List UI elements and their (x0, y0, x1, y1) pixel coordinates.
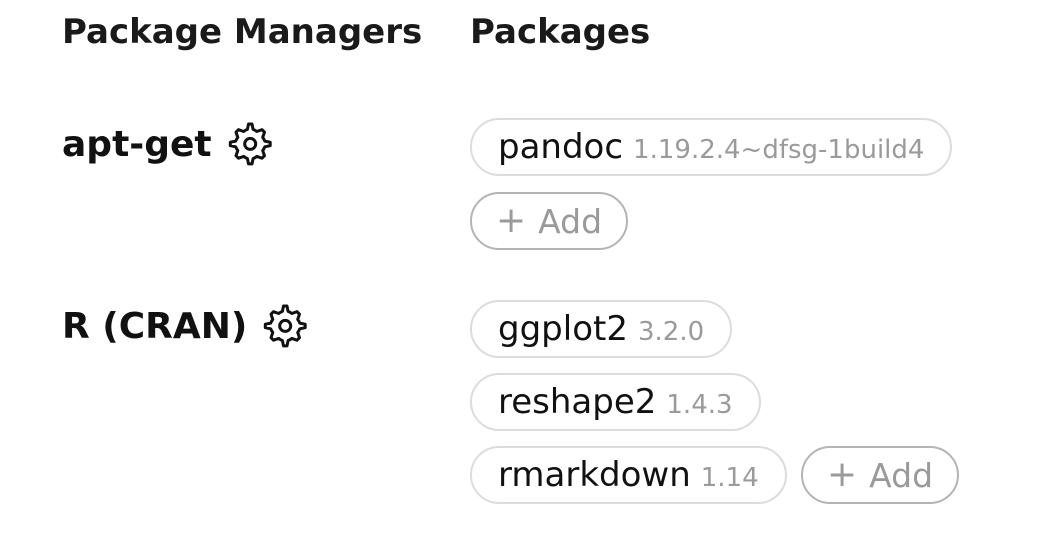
package-pill-pandoc[interactable]: pandoc 1.19.2.4~dfsg-1build4 (470, 118, 953, 176)
package-version: 1.14 (700, 463, 759, 493)
manager-name: apt-get (62, 123, 212, 165)
package-version: 1.4.3 (666, 390, 733, 420)
gear-icon[interactable] (226, 120, 274, 168)
add-package-button-r-cran[interactable]: + Add (801, 446, 960, 504)
manager-apt-get: apt-get (62, 120, 274, 168)
manager-r-cran: R (CRAN) (62, 302, 309, 350)
package-pill-reshape2[interactable]: reshape2 1.4.3 (470, 373, 761, 431)
plus-icon: + (827, 453, 858, 495)
package-name: rmarkdown (498, 455, 691, 495)
package-name: ggplot2 (498, 309, 628, 349)
add-label: Add (538, 201, 603, 241)
package-version: 3.2.0 (637, 317, 705, 347)
plus-icon: + (496, 199, 527, 241)
package-version: 1.19.2.4~dfsg-1build4 (633, 135, 925, 165)
add-label: Add (869, 455, 934, 495)
package-pill-rmarkdown[interactable]: rmarkdown 1.14 (470, 446, 787, 504)
add-package-button-apt-get[interactable]: + Add (470, 192, 629, 250)
package-pill-ggplot2[interactable]: ggplot2 3.2.0 (470, 300, 733, 358)
packages-header: Packages (470, 12, 651, 52)
package-name: reshape2 (498, 382, 657, 422)
package-name: pandoc (498, 127, 624, 167)
gear-icon[interactable] (261, 302, 309, 350)
manager-name: R (CRAN) (62, 305, 248, 347)
package-managers-header: Package Managers (62, 12, 423, 52)
